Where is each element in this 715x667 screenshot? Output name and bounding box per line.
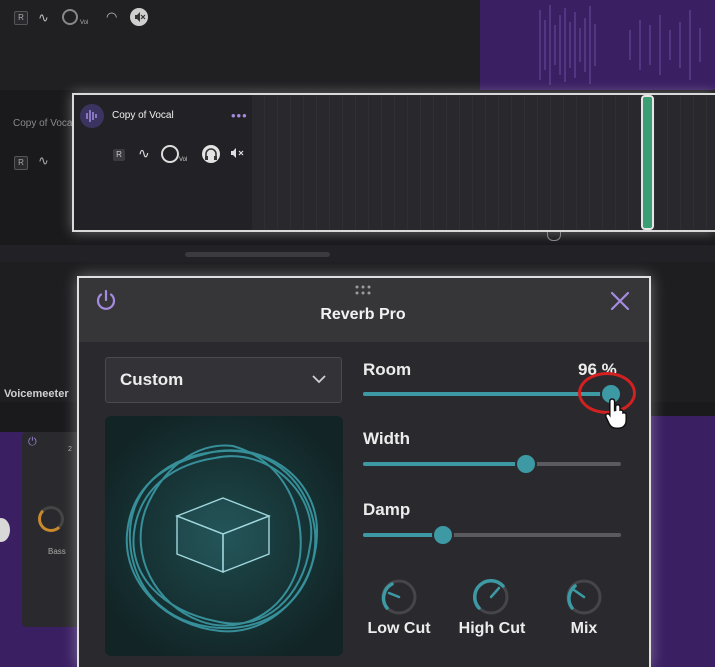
room-cube-graphic: [125, 444, 319, 633]
high-cut-label: High Cut: [458, 620, 526, 637]
automation-icon[interactable]: ∿: [38, 153, 49, 169]
waveform-icon: [86, 110, 97, 122]
plugin-power-icon[interactable]: ⏻: [28, 436, 37, 449]
waveform-icon: [539, 5, 701, 85]
grip-dots-icon: [355, 285, 371, 295]
track-type-icon: [80, 104, 104, 128]
width-slider-fill: [363, 462, 526, 466]
damp-slider-fill: [363, 533, 443, 537]
low-cut-knob[interactable]: [380, 578, 418, 621]
volume-knob[interactable]: [62, 9, 78, 25]
monitor-button[interactable]: [202, 145, 220, 163]
mix-knob[interactable]: [565, 578, 603, 621]
mute-button[interactable]: [229, 146, 245, 165]
width-slider[interactable]: [363, 453, 621, 475]
room-visualizer: [105, 416, 343, 656]
track-name[interactable]: Copy of Vocal: [112, 110, 174, 121]
plugin-title: Reverb Pro: [320, 306, 406, 323]
room-label: Room: [363, 360, 412, 379]
mute-button[interactable]: [130, 8, 148, 26]
low-cut-label: Low Cut: [367, 620, 431, 637]
damp-slider[interactable]: [363, 524, 621, 546]
room-slider-fill: [363, 392, 611, 396]
headphones-icon: [205, 148, 217, 160]
drag-handle[interactable]: [354, 283, 372, 301]
record-arm-button[interactable]: R: [14, 156, 28, 170]
side-purple-region-right: [651, 416, 715, 667]
track-more-button[interactable]: •••: [231, 108, 248, 123]
chevron-down-icon: [311, 372, 327, 390]
audio-clip[interactable]: [641, 95, 654, 230]
high-cut-knob[interactable]: [472, 578, 510, 621]
volume-label: Vol: [80, 20, 89, 26]
hand-cursor-icon: [604, 396, 630, 435]
headphones-icon[interactable]: ◠: [106, 9, 117, 25]
preset-selected-value: Custom: [120, 370, 184, 389]
plugin-number: 2: [68, 446, 72, 453]
width-slider-thumb[interactable]: [514, 453, 537, 475]
playhead-marker[interactable]: [547, 232, 561, 241]
record-arm-button[interactable]: R: [14, 11, 28, 25]
background-track-name: Copy of Vocal: [13, 118, 75, 129]
speaker-mute-icon: [231, 148, 244, 158]
bass-knob[interactable]: [38, 506, 64, 532]
damp-label: Damp: [363, 500, 411, 519]
volume-label: Vol: [179, 157, 188, 163]
mix-label: Mix: [570, 620, 598, 637]
automation-icon[interactable]: ∿: [138, 145, 150, 162]
bass-label: Bass: [48, 547, 66, 556]
background-audio-region: [480, 0, 715, 90]
close-icon: [610, 291, 630, 311]
voicemeeter-label: Voicemeeter: [4, 388, 69, 400]
width-label: Width: [363, 429, 411, 448]
volume-knob[interactable]: [161, 145, 179, 163]
automation-icon[interactable]: ∿: [38, 10, 49, 26]
speaker-mute-icon: [135, 12, 146, 22]
damp-slider-thumb[interactable]: [431, 524, 454, 546]
record-arm-button[interactable]: R: [113, 149, 125, 161]
close-button[interactable]: [609, 290, 631, 317]
horizontal-scrollbar[interactable]: [185, 252, 330, 257]
